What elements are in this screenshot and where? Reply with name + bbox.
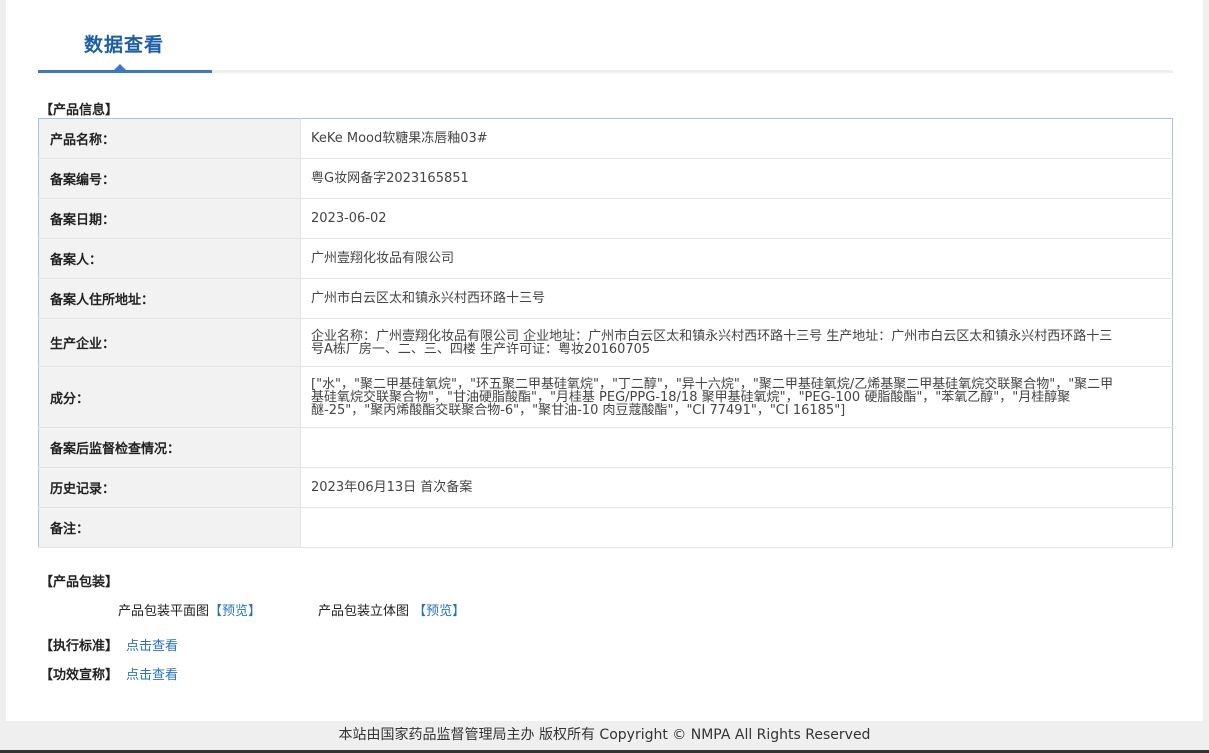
row-label: 备注： <box>38 507 301 548</box>
row-value: 粤G妆网备字2023165851 <box>300 158 1173 199</box>
efficacy-row: 【功效宣称】 点击查看 <box>40 664 178 683</box>
left-frame <box>0 0 6 753</box>
table-row: 成分： ["水"，"聚二甲基硅氧烷"，"环五聚二甲基硅氧烷"，"丁二醇"，"异十… <box>38 366 1173 428</box>
table-row: 产品名称： KeKe Mood软糖果冻唇釉03# <box>38 118 1173 159</box>
row-value: ["水"，"聚二甲基硅氧烷"，"环五聚二甲基硅氧烷"，"丁二醇"，"异十六烷"，… <box>300 366 1173 428</box>
tab-header: 数据查看 <box>38 0 1173 75</box>
row-value: 广州市白云区太和镇永兴村西环路十三号 <box>300 278 1173 319</box>
caret-up-icon <box>114 64 126 70</box>
row-label: 备案后监督检查情况： <box>38 427 301 468</box>
section-title-product-info: 【产品信息】 <box>40 103 119 118</box>
row-label: 备案编号： <box>38 158 301 199</box>
row-label: 备案人住所地址： <box>38 278 301 319</box>
table-row: 备案日期： 2023-06-02 <box>38 198 1173 239</box>
row-label: 成分： <box>38 366 301 428</box>
row-label: 生产企业： <box>38 318 301 367</box>
section-title-packaging: 【产品包装】 <box>40 575 119 590</box>
row-value <box>300 427 1173 468</box>
row-label: 产品名称： <box>38 118 301 159</box>
section-title-standard: 【执行标准】 <box>40 639 119 654</box>
product-info-table: 产品名称： KeKe Mood软糖果冻唇釉03# 备案编号： 粤G妆网备字202… <box>38 118 1173 548</box>
table-row: 历史记录： 2023年06月13日 首次备案 <box>38 467 1173 508</box>
row-label: 备案人： <box>38 238 301 279</box>
footer-copyright: 本站由国家药品监督管理局主办 版权所有 Copyright © NMPA All… <box>338 727 871 743</box>
row-value <box>300 507 1173 548</box>
right-frame <box>1203 0 1209 753</box>
table-row: 生产企业： 企业名称：广州壹翔化妆品有限公司 企业地址：广州市白云区太和镇永兴村… <box>38 318 1173 367</box>
tab-data-view[interactable]: 数据查看 <box>84 30 164 57</box>
row-value: 2023-06-02 <box>300 198 1173 239</box>
packaging-solid-item: 产品包装立体图 【预览】 <box>318 600 465 619</box>
packaging-flat-label: 产品包装平面图 <box>118 604 210 619</box>
row-value: 广州壹翔化妆品有限公司 <box>300 238 1173 279</box>
efficacy-view-link[interactable]: 点击查看 <box>126 668 178 683</box>
table-row: 备案后监督检查情况： <box>38 427 1173 468</box>
footer: 本站由国家药品监督管理局主办 版权所有 Copyright © NMPA All… <box>6 721 1203 750</box>
active-tab-indicator <box>38 70 212 73</box>
packaging-solid-label: 产品包装立体图 <box>318 604 410 619</box>
table-row: 备案编号： 粤G妆网备字2023165851 <box>38 158 1173 199</box>
table-row: 备案人住所地址： 广州市白云区太和镇永兴村西环路十三号 <box>38 278 1173 319</box>
row-label: 备案日期： <box>38 198 301 239</box>
packaging-solid-preview-link[interactable]: 【预览】 <box>413 604 465 619</box>
row-value: 2023年06月13日 首次备案 <box>300 467 1173 508</box>
packaging-flat-preview-link[interactable]: 【预览】 <box>209 604 261 619</box>
section-title-efficacy: 【功效宣称】 <box>40 668 119 683</box>
table-row: 备注： <box>38 507 1173 548</box>
standard-view-link[interactable]: 点击查看 <box>126 639 178 654</box>
row-label: 历史记录： <box>38 467 301 508</box>
standard-row: 【执行标准】 点击查看 <box>40 635 178 654</box>
packaging-flat-item: 产品包装平面图【预览】 <box>118 600 261 619</box>
table-row: 备案人： 广州壹翔化妆品有限公司 <box>38 238 1173 279</box>
row-value: 企业名称：广州壹翔化妆品有限公司 企业地址：广州市白云区太和镇永兴村西环路十三号… <box>300 318 1173 367</box>
row-value: KeKe Mood软糖果冻唇釉03# <box>300 118 1173 159</box>
